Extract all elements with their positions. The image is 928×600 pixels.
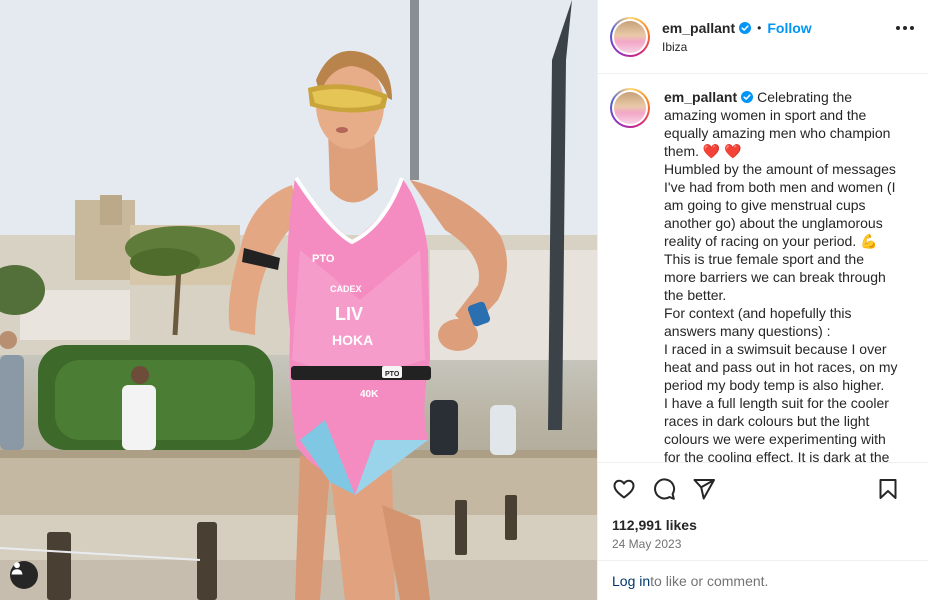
comment-bubble-icon[interactable]: [652, 477, 676, 501]
separator-dot: •: [757, 20, 762, 35]
photo-scene: PTO CADEX LIV HOKA PTO 40K: [0, 0, 597, 600]
caption-area[interactable]: em_pallant Celebrating the amazing women…: [598, 74, 928, 462]
caption-line-1: Humbled by the amount of messages I've h…: [664, 161, 896, 249]
author-avatar-ring[interactable]: [610, 16, 650, 57]
author-username[interactable]: em_pallant: [662, 20, 735, 36]
caption-line-2: This is true female sport and the more b…: [664, 251, 886, 303]
comment-bar: Log in to like or comment.: [598, 560, 928, 600]
bookmark-icon[interactable]: [876, 477, 900, 501]
caption-text: em_pallant Celebrating the amazing women…: [664, 88, 899, 462]
more-options-icon[interactable]: [896, 26, 914, 30]
suit-logo-liv: LIV: [335, 304, 363, 324]
suit-logo-40k: 40K: [360, 389, 379, 400]
verified-badge-icon: [739, 21, 752, 34]
login-suffix-text: to like or comment.: [650, 572, 769, 589]
post-side-panel: em_pallant • Follow Ibiza em_pallant Cel…: [597, 0, 928, 600]
login-link[interactable]: Log in: [612, 573, 650, 589]
suit-logo-hoka: HOKA: [332, 332, 373, 348]
post-header: em_pallant • Follow Ibiza: [598, 0, 928, 74]
caption-avatar-ring[interactable]: [610, 88, 650, 128]
heart-icon[interactable]: [612, 477, 636, 501]
caption-username[interactable]: em_pallant: [664, 89, 737, 105]
suit-logo-cadex: CADEX: [330, 284, 362, 294]
likes-count[interactable]: 112,991 likes: [598, 514, 928, 536]
caption-line-3: For context (and hopefully this answers …: [664, 305, 852, 339]
paper-plane-icon[interactable]: [692, 477, 716, 501]
post-actions: [598, 462, 928, 514]
instagram-post: PTO CADEX LIV HOKA PTO 40K em_pallant • …: [0, 0, 928, 600]
suit-logo-pto: PTO: [312, 253, 335, 265]
post-date[interactable]: 24 May 2023: [598, 536, 928, 560]
user-tag-icon: [11, 562, 23, 575]
caption-avatar: [614, 92, 646, 124]
caption-line-5: I have a full length suit for the cooler…: [664, 395, 890, 462]
user-tag-button[interactable]: [10, 561, 38, 589]
follow-button[interactable]: Follow: [767, 20, 811, 36]
author-avatar: [614, 20, 646, 53]
post-location[interactable]: Ibiza: [662, 40, 812, 54]
caption-verified-badge-icon: [741, 91, 754, 103]
post-photo[interactable]: PTO CADEX LIV HOKA PTO 40K: [0, 0, 597, 600]
belt-logo-pto: PTO: [385, 371, 400, 378]
caption-line-4: I raced in a swimsuit because I over hea…: [664, 341, 898, 393]
